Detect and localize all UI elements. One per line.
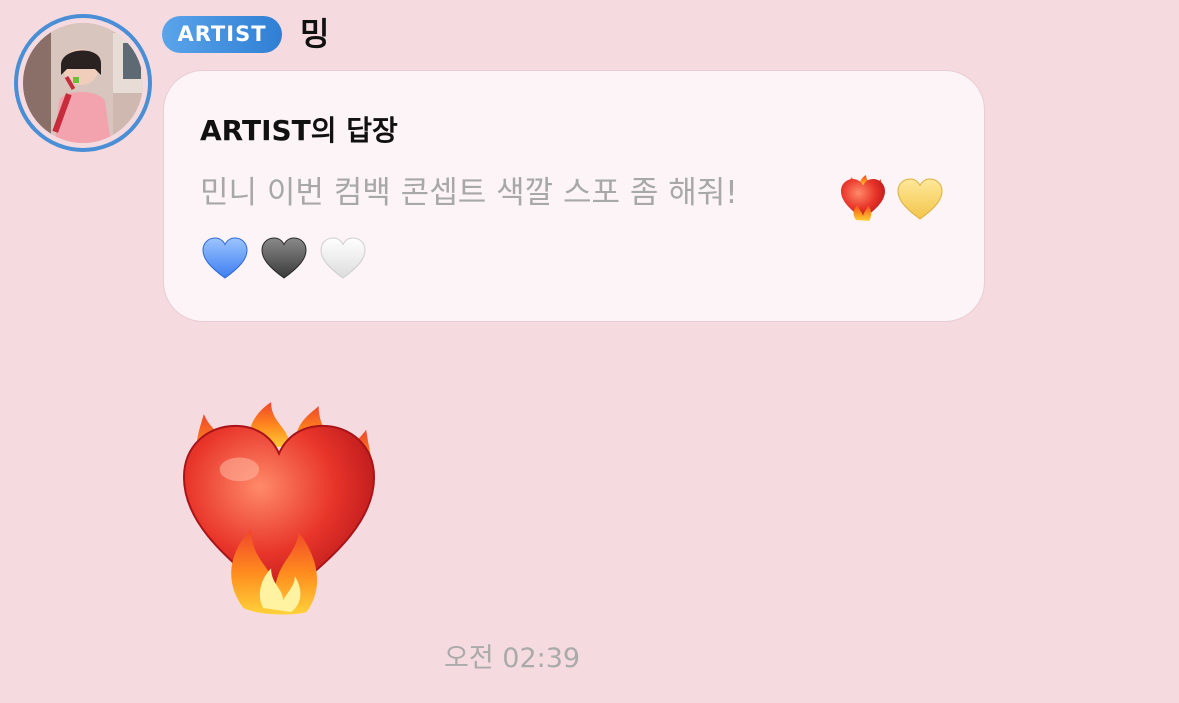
reply-text: 민니 이번 컴백 콘셉트 색깔 스포 좀 해줘!: [200, 175, 738, 211]
reply-bubble[interactable]: ARTIST의 답장 민니 이번 컴백 콘셉트 색깔 스포 좀 해줘!: [163, 70, 985, 322]
yellow-heart-icon: [897, 178, 943, 220]
artist-badge: ARTIST: [162, 16, 282, 53]
white-heart-icon: [320, 237, 366, 279]
reply-emoji-row: [200, 234, 372, 284]
sender-name[interactable]: 밍: [300, 14, 329, 54]
blue-heart-icon: [202, 237, 248, 279]
avatar-photo: [23, 23, 143, 143]
message-timestamp: 오전 02:39: [444, 643, 581, 674]
artist-avatar[interactable]: [14, 14, 152, 152]
heart-on-fire-sticker[interactable]: [180, 402, 378, 616]
black-heart-icon: [261, 237, 307, 279]
heart-on-fire-icon: [841, 175, 885, 221]
reply-title: ARTIST의 답장: [200, 114, 398, 147]
